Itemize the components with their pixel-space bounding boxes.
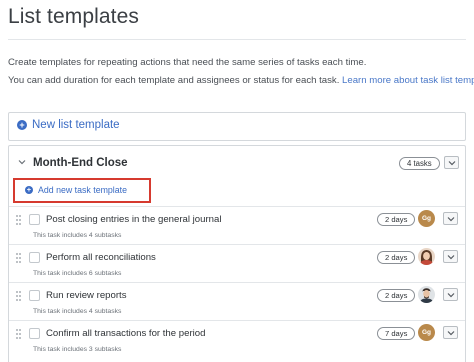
drag-handle-icon[interactable] [16,253,22,263]
assignee-avatar[interactable]: Gg [418,210,435,227]
task-title[interactable]: Confirm all transactions for the period [46,328,205,339]
task-menu-button[interactable] [443,326,458,339]
task-title[interactable]: Run review reports [46,290,127,301]
task-checkbox[interactable] [29,252,40,263]
learn-more-link[interactable]: Learn more about task list templates [342,75,474,86]
drag-handle-icon[interactable] [16,291,22,301]
woman-avatar-icon [418,248,435,265]
chevron-down-icon [447,255,455,260]
task-row[interactable]: Run review reports This task includes 4 … [9,282,465,320]
template-name[interactable]: Month-End Close [33,157,128,169]
drag-handle-icon[interactable] [16,329,22,339]
new-list-template-button[interactable]: + New list template [17,119,120,131]
duration-badge[interactable]: 2 days [377,289,416,302]
title-divider [8,39,466,40]
chevron-down-icon [447,331,455,336]
task-checkbox[interactable] [29,328,40,339]
duration-badge[interactable]: 7 days [377,327,416,340]
intro-text-line-2: You can add duration for each template a… [8,75,474,86]
task-checkbox[interactable] [29,290,40,301]
duration-badge[interactable]: 2 days [377,251,416,264]
plus-circle-icon: + [17,120,27,130]
intro-text-line-1: Create templates for repeating actions t… [8,57,367,68]
new-list-template-panel: + New list template [8,112,466,141]
assignee-avatar[interactable]: Gg [418,324,435,341]
task-row[interactable]: Confirm all transactions for the period … [9,320,465,358]
template-menu-button[interactable] [444,156,459,169]
task-menu-button[interactable] [443,250,458,263]
intro-text: You can add duration for each template a… [8,75,340,86]
add-new-task-template-label: Add new task template [38,185,127,195]
task-title[interactable]: Perform all reconciliations [46,252,156,263]
task-subtasks-count: This task includes 6 subtasks [33,270,122,277]
collapse-chevron-icon[interactable] [18,158,26,166]
tasks-count-badge: 4 tasks [399,157,440,170]
chevron-down-icon [447,293,455,298]
task-checkbox[interactable] [29,214,40,225]
template-card: Month-End Close 4 tasks + Add new task t… [8,145,466,362]
drag-handle-icon[interactable] [16,215,22,225]
assignee-avatar[interactable] [418,286,435,303]
task-menu-button[interactable] [443,288,458,301]
task-subtasks-count: This task includes 4 subtasks [33,232,122,239]
add-new-task-template-button[interactable]: + Add new task template [25,185,127,195]
task-menu-button[interactable] [443,212,458,225]
plus-circle-icon: + [25,185,33,194]
task-subtasks-count: This task includes 3 subtasks [33,346,122,353]
task-title[interactable]: Post closing entries in the general jour… [46,214,221,225]
duration-badge[interactable]: 2 days [377,213,416,226]
task-row[interactable]: Post closing entries in the general jour… [9,206,465,244]
task-row[interactable]: Perform all reconciliations This task in… [9,244,465,282]
man-avatar-icon [418,286,435,303]
chevron-down-icon [448,161,456,166]
page-title: List templates [8,5,139,28]
task-subtasks-count: This task includes 4 subtasks [33,308,122,315]
assignee-avatar[interactable] [418,248,435,265]
chevron-down-icon [447,217,455,222]
new-list-template-label: New list template [32,119,120,131]
